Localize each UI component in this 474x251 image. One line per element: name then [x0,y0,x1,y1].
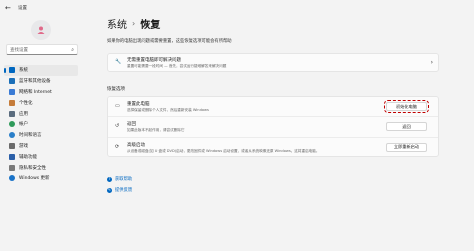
personalization-icon [9,99,15,106]
privacy-icon [9,164,15,171]
gaming-icon [9,142,15,149]
wrench-icon: 🔧 [115,59,122,65]
option-title: 高级启动 [127,142,145,148]
sidebar-item-network[interactable]: 网络和 Internet [4,87,78,98]
time-language-icon [9,132,15,139]
option-desc: 如果此版本不起作用，请尝试删除它 [127,128,185,133]
feedback-link[interactable]: ✎ 提供反馈 [107,187,132,193]
reset-pc-button[interactable]: 初始化电脑 [384,100,429,113]
page-subtitle: 如果你的电脑出现问题或需要重置，这些恢复选项可能会有所帮助 [107,39,232,44]
sidebar-item-label: 辅助功能 [19,154,37,160]
sidebar-item-accessibility[interactable]: 辅助功能 [4,151,78,162]
sidebar-nav: 系统 蓝牙和其他设备 网络和 Internet 个性化 应用 帐户 时间和语言 [4,65,78,184]
sidebar-item-gaming[interactable]: 游戏 [4,141,78,152]
recovery-options-card: ▭ 重置此电脑 选择保留或删除个人文件，然后重新安装 Windows 初始化电脑… [107,96,439,157]
bluetooth-icon [9,78,15,85]
recovery-option-go-back: ↺ 返回 如果此版本不起作用，请尝试删除它 返回 [108,117,438,138]
back-arrow-icon[interactable]: ← [5,4,15,12]
search-placeholder: 查找设置 [10,48,28,53]
help-icon: ? [107,176,112,182]
window-title: 设置 [18,6,27,11]
sidebar-item-time-language[interactable]: 时间和语言 [4,130,78,141]
chevron-right-icon: › [430,59,433,66]
accounts-icon [9,121,15,128]
sidebar-item-system[interactable]: 系统 [4,65,78,76]
option-desc: 选择保留或删除个人文件，然后重新安装 Windows [127,108,209,112]
sidebar-item-label: 时间和语言 [19,133,42,139]
breadcrumb: 系统 › 恢复 [107,16,160,31]
user-avatar-icon [37,26,45,34]
apps-icon [9,110,15,117]
restart-now-button[interactable]: 立即重新启动 [386,142,427,152]
sidebar-item-label: 应用 [19,111,28,117]
sidebar-item-label: 帐户 [19,122,28,128]
breadcrumb-parent[interactable]: 系统 [107,16,127,31]
feedback-icon: ✎ [107,187,112,193]
sidebar-item-label: Windows 更新 [19,176,50,182]
recovery-option-reset: ▭ 重置此电脑 选择保留或删除个人文件，然后重新安装 Windows 初始化电脑 [108,97,438,118]
user-profile[interactable] [0,16,82,42]
troubleshoot-desc: 重置可能需要一段时间 — 首先，尝试运行疑难解答来解决问题 [127,64,227,68]
go-back-icon: ↺ [115,123,120,130]
system-icon [9,67,15,74]
sidebar-item-label: 系统 [19,68,28,74]
sidebar-item-label: 游戏 [19,143,28,149]
sidebar-item-accounts[interactable]: 帐户 [4,119,78,130]
sidebar-item-bluetooth[interactable]: 蓝牙和其他设备 [4,76,78,87]
sidebar: 查找设置 ⌕ 系统 蓝牙和其他设备 网络和 Internet 个性化 应用 帐户 [0,16,82,251]
get-help-link[interactable]: ? 获取帮助 [107,176,132,182]
advanced-startup-icon: ⟳ [115,143,120,150]
recovery-option-advanced-startup: ⟳ 高级启动 从设备或磁盘(如 U 盘或 DVD)启动，更改固件或 Window… [108,138,438,158]
get-help-label: 获取帮助 [115,177,133,182]
sidebar-item-privacy[interactable]: 隐私和安全性 [4,162,78,173]
sidebar-item-label: 隐私和安全性 [19,165,46,171]
reset-icon: ▭ [115,103,120,109]
sidebar-item-apps[interactable]: 应用 [4,108,78,119]
title-bar: ← 设置 [0,0,474,16]
go-back-button[interactable]: 返回 [386,122,427,132]
sidebar-item-label: 网络和 Internet [19,89,52,95]
avatar[interactable] [31,20,51,40]
option-desc: 从设备或磁盘(如 U 盘或 DVD)启动，更改固件或 Windows 启动设置，… [127,148,320,153]
network-icon [9,88,15,95]
feedback-label: 提供反馈 [115,188,133,193]
troubleshoot-title: 无需重置电脑即可解决问题 [127,58,181,63]
sidebar-item-label: 蓝牙和其他设备 [19,79,51,85]
accessibility-icon [9,153,15,160]
search-input[interactable]: 查找设置 ⌕ [6,44,78,55]
chevron-right-icon: › [132,19,136,28]
option-title: 返回 [127,122,136,128]
troubleshoot-card[interactable]: 🔧 无需重置电脑即可解决问题 重置可能需要一段时间 — 首先，尝试运行疑难解答来… [107,53,439,72]
sidebar-item-label: 个性化 [19,100,33,106]
page-title: 恢复 [140,20,161,31]
section-label: 恢复选项 [107,87,125,92]
sidebar-item-windows-update[interactable]: Windows 更新 [4,173,78,184]
search-icon[interactable]: ⌕ [71,47,74,53]
windows-update-icon [9,175,15,182]
option-title: 重置此电脑 [127,102,150,107]
sidebar-item-personalization[interactable]: 个性化 [4,97,78,108]
